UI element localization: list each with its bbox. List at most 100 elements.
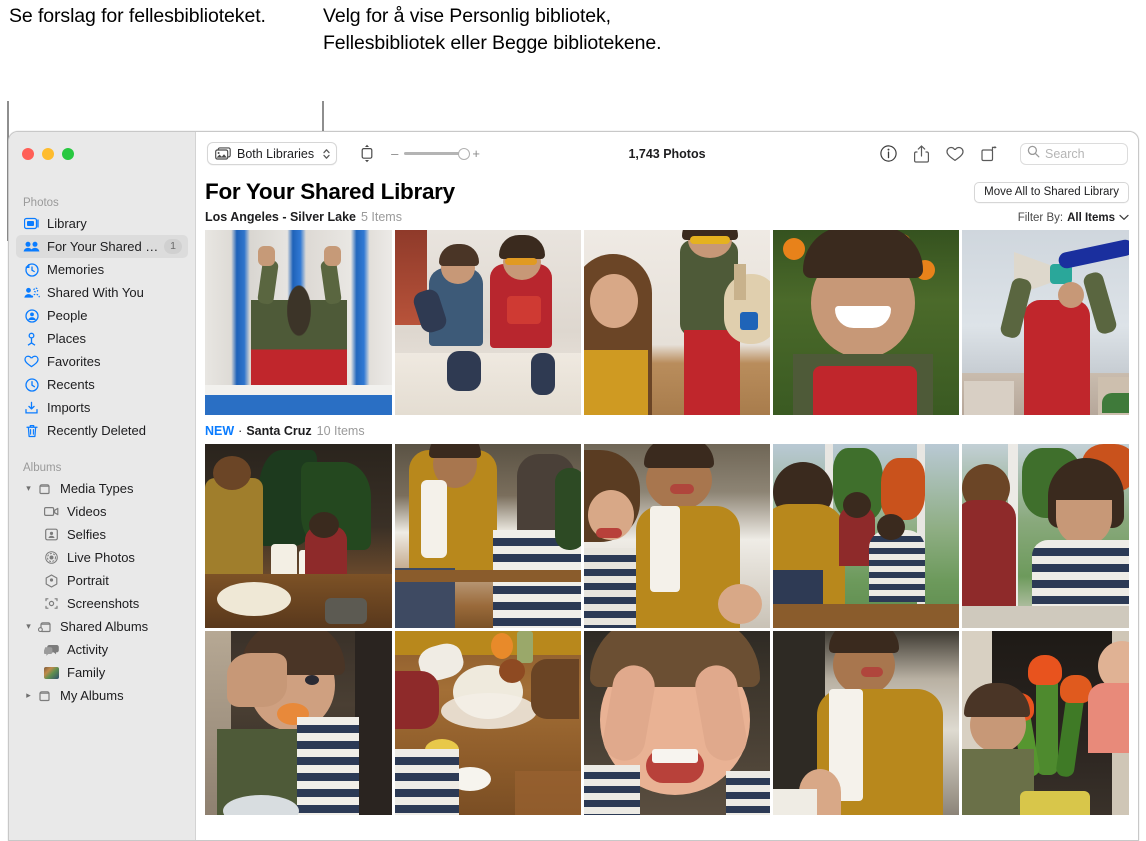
shared-with-you-icon	[23, 285, 40, 300]
sidebar-item-recently-deleted[interactable]: Recently Deleted	[16, 419, 188, 442]
photo-flour-table	[395, 631, 581, 815]
page-header-row: For Your Shared Library Move All to Shar…	[205, 175, 1129, 205]
toolbar: Both Libraries – + 1,743 Photos Search	[196, 132, 1138, 175]
photo-cell[interactable]	[584, 631, 770, 815]
photo-cell[interactable]	[773, 631, 959, 815]
sidebar-item-recents[interactable]: Recents	[16, 373, 188, 396]
album-icon	[36, 481, 53, 496]
zoom-in-label[interactable]: +	[472, 147, 480, 160]
zoom-slider-knob[interactable]	[458, 147, 471, 160]
sidebar-item-media-types[interactable]: ▾ Media Types	[16, 477, 188, 500]
activity-icon	[43, 642, 60, 657]
photo-smiling-kid-outdoor	[773, 230, 959, 415]
sidebar-item-videos[interactable]: Videos	[16, 500, 188, 523]
filter-by-control[interactable]: Filter By: All Items	[1018, 212, 1129, 224]
sidebar-item-label: Shared Albums	[60, 619, 149, 634]
photo-grid-row	[205, 631, 1129, 815]
shared-album-icon	[36, 619, 53, 634]
section-header-los-angeles: Los Angeles - Silver Lake 5 Items Filter…	[205, 210, 1129, 224]
sidebar-section-albums-title: Albums	[23, 462, 62, 474]
sidebar-item-label: Favorites	[47, 354, 101, 369]
minimize-button[interactable]	[42, 148, 54, 160]
photo-window-kids	[773, 444, 959, 628]
move-all-to-shared-library-button[interactable]: Move All to Shared Library	[974, 181, 1129, 203]
sidebar-item-library[interactable]: Library	[16, 212, 188, 235]
sidebar-item-family[interactable]: Family	[16, 661, 188, 684]
sidebar-item-label: Selfies	[67, 527, 107, 542]
sidebar-item-favorites[interactable]: Favorites	[16, 350, 188, 373]
photo-cell[interactable]	[962, 444, 1129, 628]
sidebar-item-shared-with-you[interactable]: Shared With You	[16, 281, 188, 304]
info-icon[interactable]	[880, 145, 897, 162]
sidebar-item-label: Recents	[47, 377, 95, 392]
main-content-area: Both Libraries – + 1,743 Photos Search F…	[196, 132, 1138, 840]
filter-by-prefix: Filter By:	[1017, 212, 1064, 224]
sidebar-item-imports[interactable]: Imports	[16, 396, 188, 419]
photo-kitchen-prep	[205, 444, 392, 628]
close-button[interactable]	[22, 148, 34, 160]
sidebar-item-label: Recently Deleted	[47, 423, 146, 438]
photo-cell[interactable]	[962, 631, 1129, 815]
album-icon	[36, 688, 53, 703]
share-icon[interactable]	[914, 144, 929, 163]
sidebar-item-places[interactable]: Places	[16, 327, 188, 350]
sidebar-item-people[interactable]: People	[16, 304, 188, 327]
photo-cell[interactable]	[205, 631, 392, 815]
sidebar-item-activity[interactable]: Activity	[16, 638, 188, 661]
sidebar-item-my-albums[interactable]: ▸ My Albums	[16, 684, 188, 707]
library-selector-popup-button[interactable]: Both Libraries	[207, 142, 338, 165]
photo-cell[interactable]	[584, 230, 770, 415]
photo-grid-row	[205, 230, 1129, 415]
favorite-icon[interactable]	[946, 146, 964, 162]
rotate-icon[interactable]	[981, 145, 998, 162]
photo-cell[interactable]	[584, 444, 770, 628]
sidebar-item-label: Portrait	[67, 573, 109, 588]
photo-mom-towel	[773, 631, 959, 815]
sidebar-item-portrait[interactable]: Portrait	[16, 569, 188, 592]
zoom-out-label[interactable]: –	[391, 147, 398, 160]
portrait-icon	[43, 573, 60, 588]
toolbar-right-actions: Search	[880, 142, 1128, 165]
callout-text-library-chooser: Velg for å vise Personlig bibliotek, Fel…	[323, 5, 662, 54]
photo-floury-face	[584, 631, 770, 815]
sidebar-item-shared-albums[interactable]: ▾ Shared Albums	[16, 615, 188, 638]
sidebar-item-label: Memories	[47, 262, 105, 277]
photo-grid-row	[205, 444, 1129, 628]
photo-mom-laughing	[584, 444, 770, 628]
sidebar-item-label: Shared With You	[47, 285, 144, 300]
sidebar-item-for-your-shared-library[interactable]: For Your Shared Library 1	[16, 235, 188, 258]
live-photo-icon	[43, 550, 60, 565]
filter-by-value: All Items	[1067, 212, 1115, 224]
photo-cell[interactable]	[205, 444, 392, 628]
heart-icon	[23, 354, 40, 369]
photo-cell[interactable]	[773, 230, 959, 415]
chevron-down-icon[interactable]: ▾	[23, 621, 34, 632]
sidebar-item-screenshots[interactable]: Screenshots	[16, 592, 188, 615]
photo-megaphone-kid	[962, 230, 1129, 415]
zoom-slider[interactable]: – +	[391, 147, 480, 160]
sidebar-item-selfies[interactable]: Selfies	[16, 523, 188, 546]
photo-cell[interactable]	[773, 444, 959, 628]
photo-cell[interactable]	[395, 631, 581, 815]
aspect-ratio-icon[interactable]	[359, 144, 375, 163]
chevron-up-down-icon	[322, 147, 331, 161]
zoom-slider-track[interactable]	[404, 147, 471, 160]
photo-cell[interactable]	[962, 230, 1129, 415]
sidebar-item-memories[interactable]: Memories	[16, 258, 188, 281]
search-icon	[1027, 145, 1040, 163]
sidebar-item-live-photos[interactable]: Live Photos	[16, 546, 188, 569]
photo-cell[interactable]	[205, 230, 392, 415]
section-label: Los Angeles - Silver Lake	[205, 210, 356, 224]
chevron-right-icon[interactable]: ▸	[23, 690, 34, 701]
search-input[interactable]: Search	[1020, 142, 1128, 165]
photo-cell[interactable]	[395, 444, 581, 628]
zoom-button[interactable]	[62, 148, 74, 160]
photo-cell[interactable]	[395, 230, 581, 415]
library-icon	[23, 216, 40, 231]
sidebar-section-photos-title: Photos	[23, 197, 59, 209]
library-selector-label: Both Libraries	[237, 146, 315, 161]
sidebar-item-label: Media Types	[60, 481, 134, 496]
photo-two-boys-bed	[395, 230, 581, 415]
sidebar-item-label: Places	[47, 331, 87, 346]
chevron-down-icon[interactable]: ▾	[23, 483, 34, 494]
